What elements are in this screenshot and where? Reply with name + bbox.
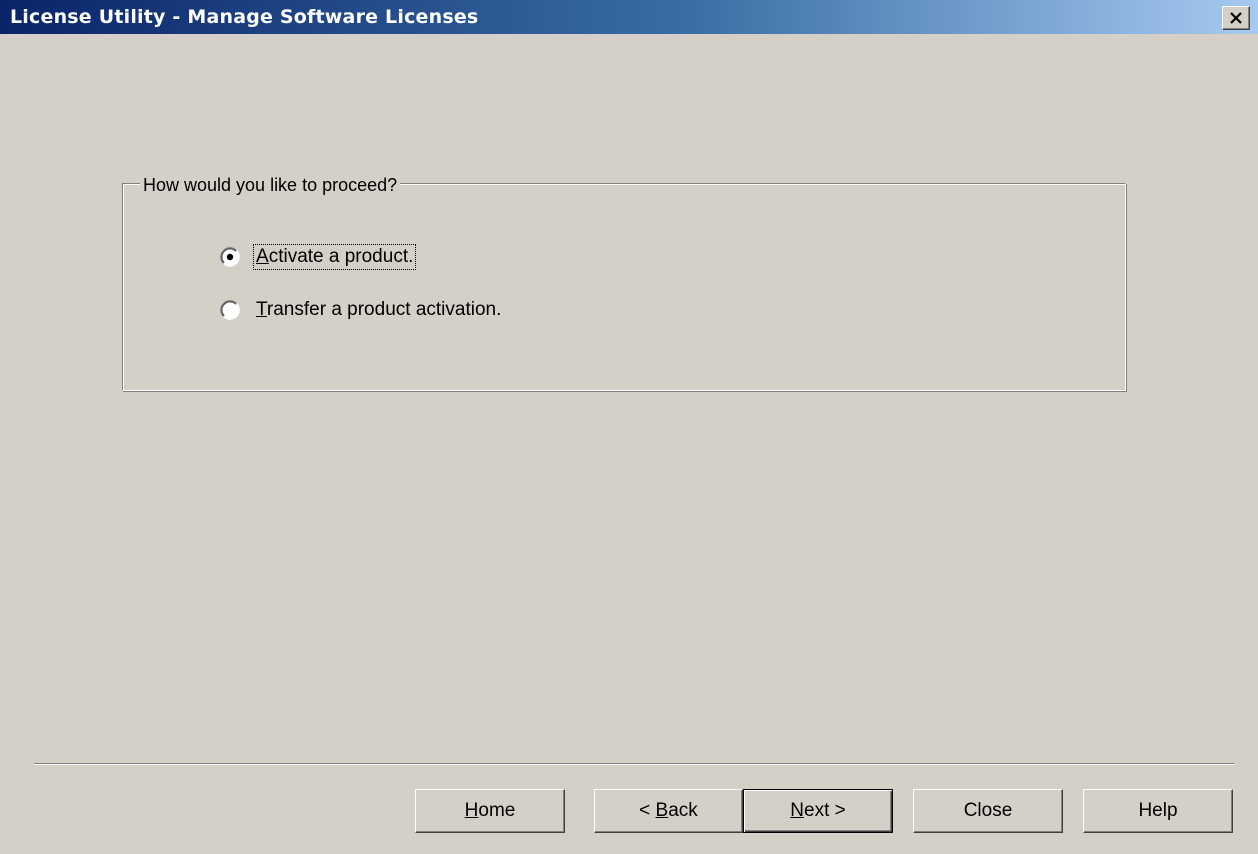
close-icon [1229, 12, 1243, 24]
close-label: Close [963, 800, 1013, 821]
radio-transfer-activation-label[interactable]: Transfer a product activation. [254, 298, 503, 322]
back-mnemonic: B [655, 800, 669, 821]
back-button[interactable]: < Back [594, 789, 743, 833]
help-button[interactable]: Help [1083, 789, 1233, 833]
home-post: ome [478, 800, 516, 821]
radio-transfer-activation[interactable]: Transfer a product activation. [220, 298, 503, 322]
home-button[interactable]: Home [415, 789, 565, 833]
back-pre: < [639, 800, 656, 821]
next-mnemonic: N [790, 800, 804, 821]
window-title: License Utility - Manage Software Licens… [10, 6, 479, 28]
home-mnemonic: H [464, 800, 479, 821]
back-post: ack [668, 800, 698, 821]
mnemonic-a: A [256, 246, 269, 267]
close-window-button[interactable] [1222, 6, 1250, 30]
radio-activate-product-label[interactable]: Activate a product. [252, 244, 417, 270]
groupbox-legend: How would you like to proceed? [140, 174, 401, 196]
radio-activate-product[interactable]: Activate a product. [220, 244, 417, 270]
next-button[interactable]: Next > [743, 789, 893, 833]
mnemonic-t: T [256, 299, 267, 320]
proceed-options-groupbox [122, 183, 1126, 391]
label-rest: ransfer a product activation. [266, 299, 502, 320]
label-rest: ctivate a product. [268, 246, 414, 267]
close-button[interactable]: Close [913, 789, 1063, 833]
help-label: Help [1138, 800, 1178, 821]
radio-unchecked-icon[interactable] [220, 300, 240, 320]
radio-checked-icon[interactable] [220, 247, 240, 267]
next-post: ext > [804, 800, 846, 821]
title-bar[interactable]: License Utility - Manage Software Licens… [0, 0, 1258, 34]
license-utility-window: License Utility - Manage Software Licens… [0, 0, 1258, 854]
button-separator [34, 763, 1234, 765]
